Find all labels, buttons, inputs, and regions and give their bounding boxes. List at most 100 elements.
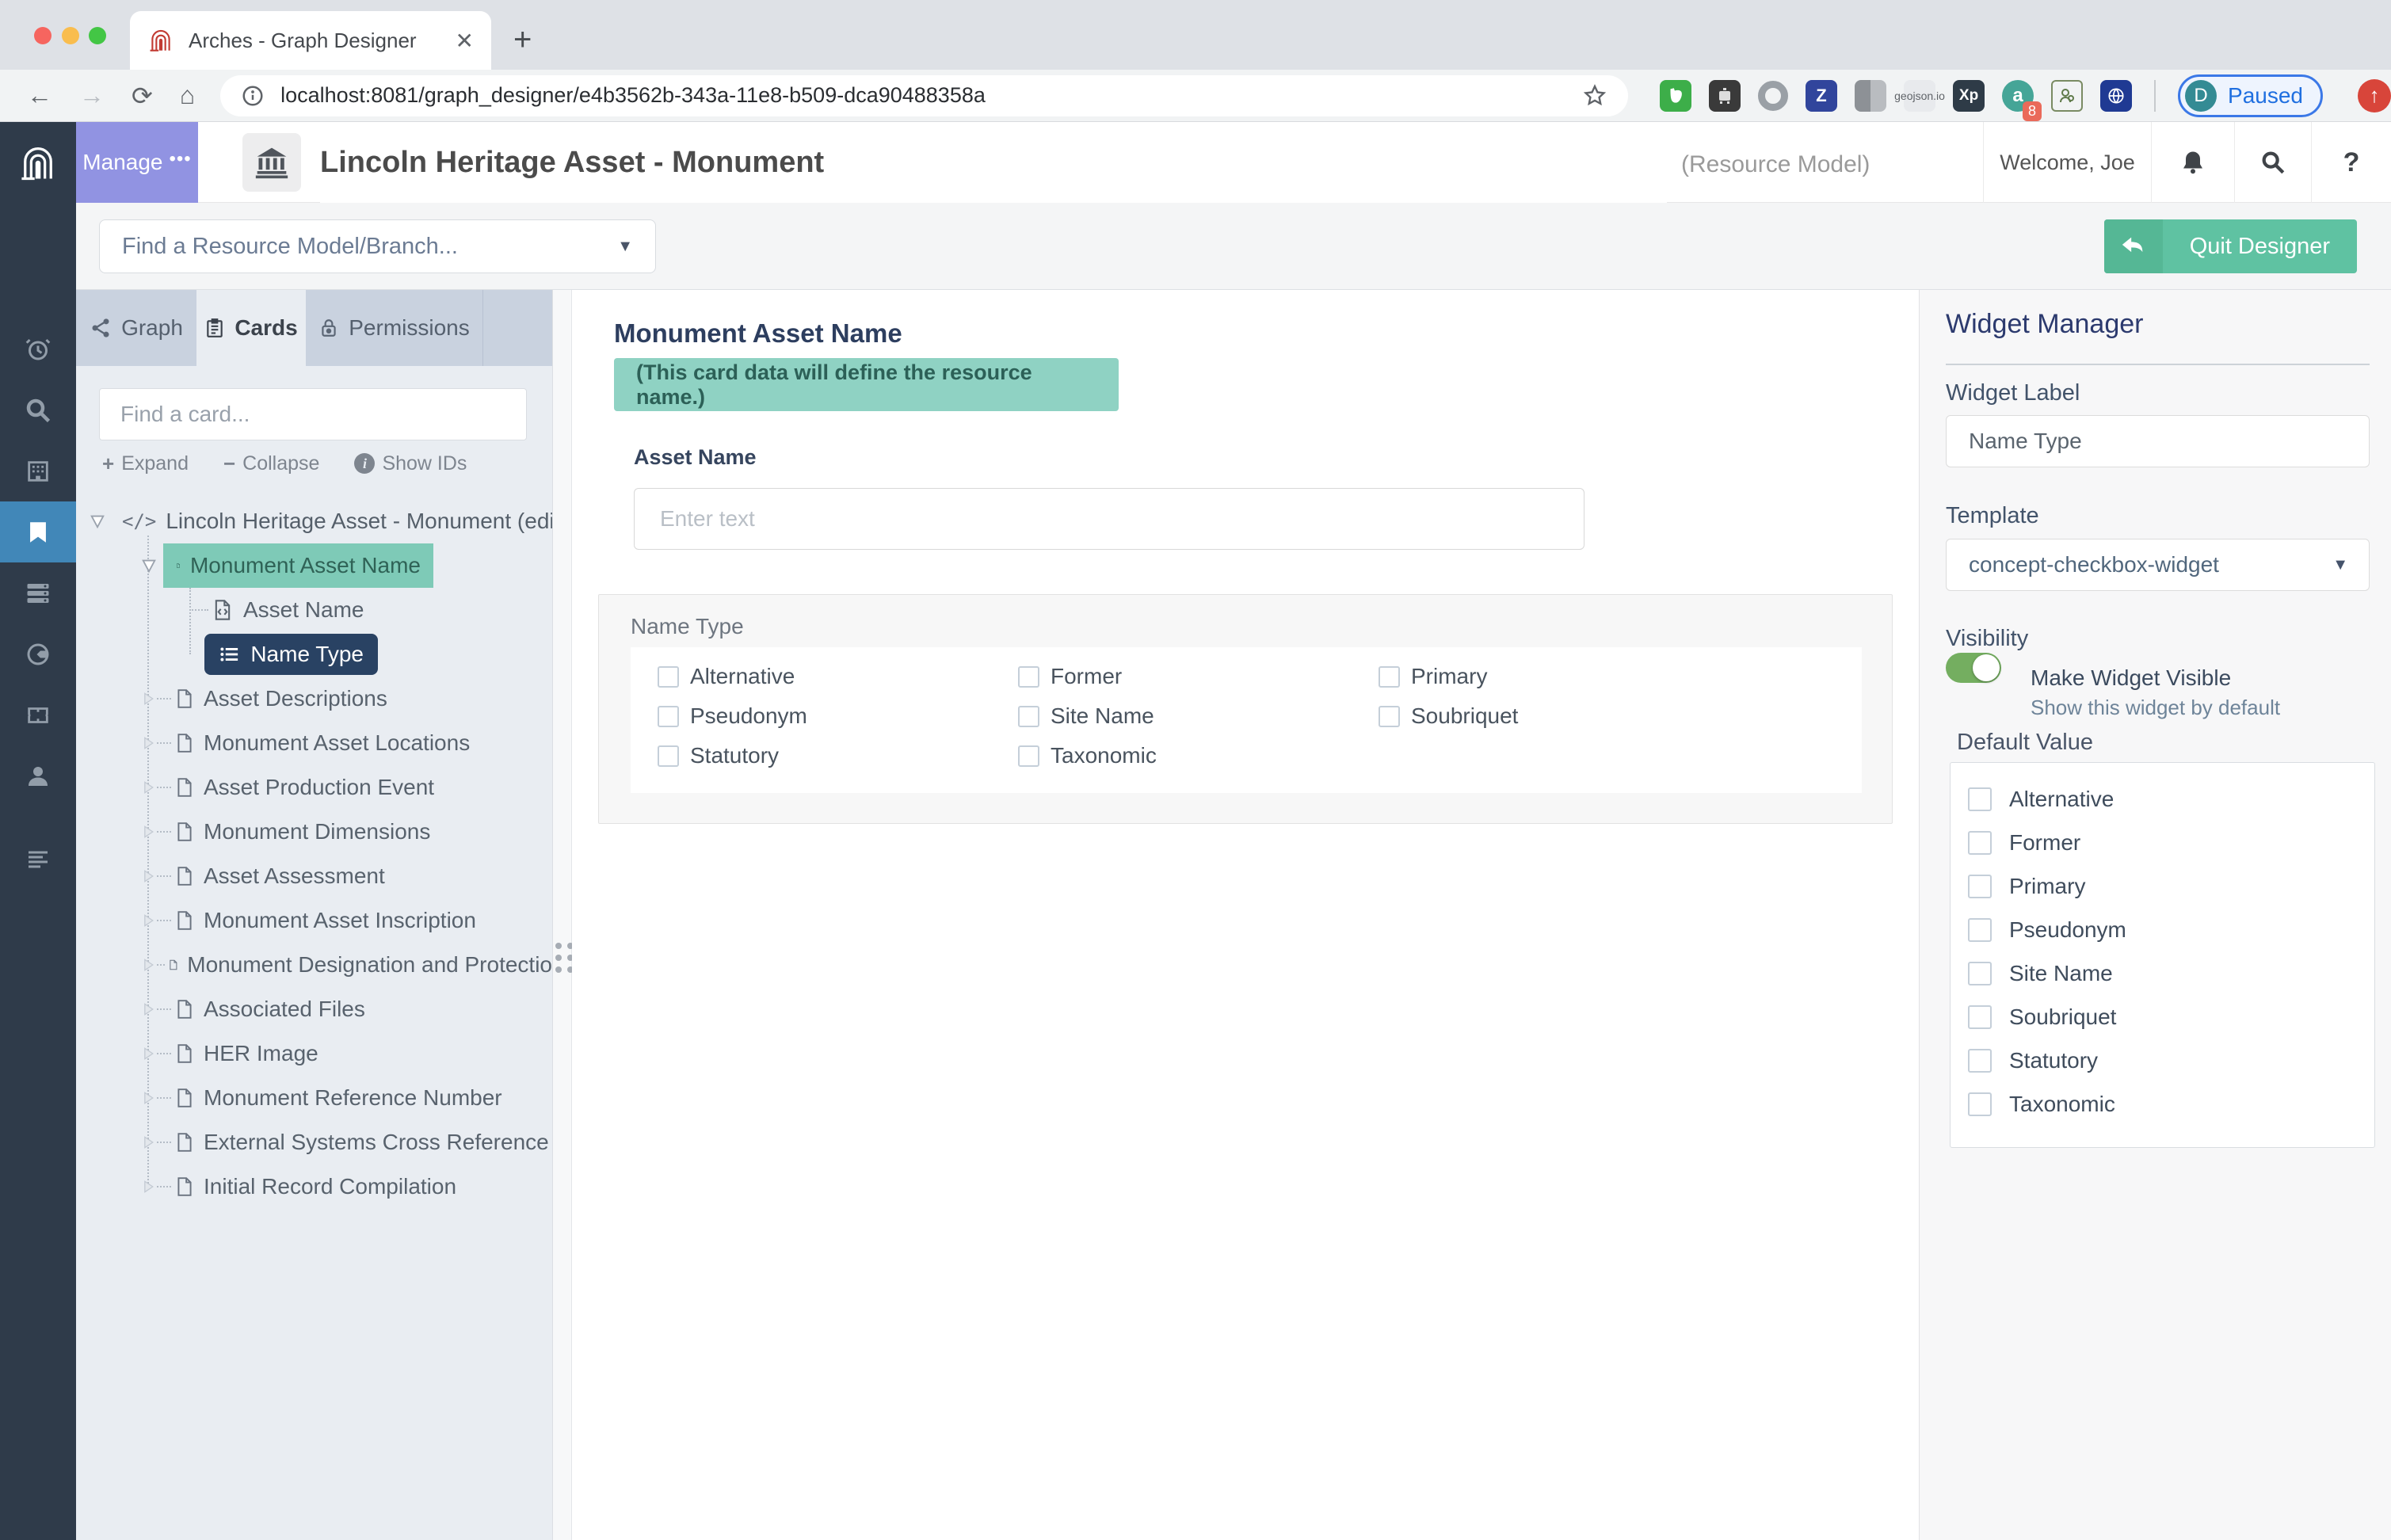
checkbox-unchecked[interactable] xyxy=(1018,745,1039,767)
help-button[interactable]: ? xyxy=(2311,122,2391,203)
sidebar-item-globe-icon[interactable] xyxy=(0,623,76,684)
tree-node[interactable]: Monument Asset Locations xyxy=(76,721,552,765)
address-bar[interactable]: localhost:8081/graph_designer/e4b3562b-3… xyxy=(220,74,1629,116)
home-icon[interactable]: ⌂ xyxy=(180,81,195,110)
grid-extension-icon[interactable] xyxy=(1855,79,1887,112)
checkbox-unchecked[interactable] xyxy=(1379,705,1400,727)
a-extension-icon[interactable]: a 8 xyxy=(2002,79,2042,121)
reload-icon[interactable]: ⟳ xyxy=(132,81,153,111)
bookmark-star-icon[interactable] xyxy=(1582,83,1607,109)
selected-card-highlight[interactable]: Monument Asset Name xyxy=(163,543,433,588)
expander-collapsed-icon[interactable] xyxy=(140,1177,156,1196)
circle-extension-icon[interactable] xyxy=(1758,80,1789,111)
checkbox-unchecked[interactable] xyxy=(1968,830,1992,855)
checkbox-unchecked[interactable] xyxy=(1968,961,1992,985)
name-type-option[interactable]: Former xyxy=(1018,657,1379,696)
sidebar-item-building-icon[interactable] xyxy=(0,440,76,501)
expander-collapsed-icon[interactable] xyxy=(140,1000,156,1019)
back-icon[interactable]: ← xyxy=(27,81,52,110)
quit-designer-button[interactable]: Quit Designer xyxy=(2103,219,2357,273)
default-value-option[interactable]: Statutory xyxy=(1968,1039,2374,1082)
browser-tab[interactable]: Arches - Graph Designer ✕ xyxy=(130,11,491,70)
sidebar-item-ticket-icon[interactable] xyxy=(0,684,76,745)
browser-profile-button[interactable]: D Paused xyxy=(2178,74,2323,117)
name-type-option[interactable]: Site Name xyxy=(1018,696,1379,736)
macos-minimize-button[interactable] xyxy=(62,27,79,44)
asset-name-input[interactable] xyxy=(634,488,1584,550)
tab-graph[interactable]: Graph xyxy=(76,290,196,366)
resize-handle[interactable] xyxy=(555,943,574,973)
expander-collapsed-icon[interactable] xyxy=(140,955,156,974)
name-type-option[interactable]: Pseudonym xyxy=(658,696,1018,736)
expander-collapsed-icon[interactable] xyxy=(140,734,156,753)
expander-collapsed-icon[interactable] xyxy=(140,1088,156,1107)
tree-node-root[interactable]: </> Lincoln Heritage Asset - Monument (e… xyxy=(76,499,552,543)
name-type-option[interactable]: Primary xyxy=(1379,657,1739,696)
find-model-dropdown[interactable]: Find a Resource Model/Branch... ▼ xyxy=(99,219,656,273)
evernote-extension-icon[interactable] xyxy=(1660,79,1692,112)
expander-collapsed-icon[interactable] xyxy=(140,911,156,930)
globe-extension-icon[interactable] xyxy=(2100,79,2133,112)
search-button[interactable] xyxy=(2234,122,2311,203)
zotero-extension-icon[interactable]: Z xyxy=(1806,79,1838,112)
default-value-option[interactable]: Site Name xyxy=(1968,951,2374,995)
default-value-option[interactable]: Pseudonym xyxy=(1968,908,2374,951)
tab-cards[interactable]: Cards xyxy=(196,290,306,366)
forward-icon[interactable]: → xyxy=(79,81,105,110)
expander-open-icon[interactable] xyxy=(89,513,106,530)
name-type-option[interactable]: Statutory xyxy=(658,736,1018,776)
tab-permissions[interactable]: Permissions xyxy=(306,290,483,366)
default-value-option[interactable]: Former xyxy=(1968,821,2374,864)
default-value-option[interactable]: Taxonomic xyxy=(1968,1082,2374,1126)
checkbox-unchecked[interactable] xyxy=(658,665,679,688)
tree-node[interactable]: Monument Designation and Protectio xyxy=(76,943,552,987)
widget-label-input[interactable] xyxy=(1946,415,2370,467)
checkbox-unchecked[interactable] xyxy=(1968,1004,1992,1029)
tree-node[interactable]: Monument Reference Number xyxy=(76,1076,552,1120)
visibility-toggle-on[interactable] xyxy=(1946,653,2001,683)
macos-close-button[interactable] xyxy=(34,27,51,44)
checkbox-unchecked[interactable] xyxy=(1968,787,1992,811)
default-value-option[interactable]: Alternative xyxy=(1968,777,2374,821)
show-ids-button[interactable]: i Show IDs xyxy=(354,452,467,475)
checkbox-unchecked[interactable] xyxy=(1968,917,1992,942)
expander-collapsed-icon[interactable] xyxy=(140,822,156,841)
tree-node[interactable]: Initial Record Compilation xyxy=(76,1165,552,1209)
name-type-option[interactable]: Taxonomic xyxy=(1018,736,1379,776)
checkbox-unchecked[interactable] xyxy=(658,705,679,727)
tree-node[interactable]: Asset Production Event xyxy=(76,765,552,810)
tree-node-asset-name[interactable]: Asset Name xyxy=(76,588,552,632)
expander-collapsed-icon[interactable] xyxy=(140,778,156,797)
checkbox-unchecked[interactable] xyxy=(1968,1048,1992,1073)
geojson-extension-icon[interactable]: geojson.io xyxy=(1894,79,1945,112)
name-type-option[interactable]: Alternative xyxy=(658,657,1018,696)
notifications-button[interactable] xyxy=(2151,122,2234,203)
robot-extension-icon[interactable] xyxy=(1709,79,1741,112)
find-card-input[interactable] xyxy=(99,388,527,440)
tree-node-selected-widget[interactable]: Name Type xyxy=(76,632,552,677)
person-search-extension-icon[interactable] xyxy=(2051,79,2084,112)
manage-button[interactable]: Manage ••• xyxy=(76,122,198,203)
checkbox-unchecked[interactable] xyxy=(1018,705,1039,727)
panel-resize-gutter[interactable] xyxy=(552,290,574,1540)
sidebar-item-menu-icon[interactable] xyxy=(0,829,76,890)
checkbox-unchecked[interactable] xyxy=(1968,874,1992,898)
checkbox-unchecked[interactable] xyxy=(658,745,679,767)
expander-collapsed-icon[interactable] xyxy=(140,1133,156,1152)
tree-node[interactable]: Monument Dimensions xyxy=(76,810,552,854)
expander-collapsed-icon[interactable] xyxy=(140,867,156,886)
tree-node[interactable]: External Systems Cross Reference xyxy=(76,1120,552,1165)
welcome-user[interactable]: Welcome, Joe xyxy=(1983,122,2151,203)
sidebar-item-servers-icon[interactable] xyxy=(0,562,76,623)
tree-node[interactable]: Asset Descriptions xyxy=(76,677,552,721)
sidebar-item-recent-icon[interactable] xyxy=(0,318,76,379)
sidebar-item-bookmark-icon[interactable] xyxy=(0,501,76,562)
tab-close-icon[interactable]: ✕ xyxy=(456,28,474,54)
tree-node-selected-card[interactable]: Monument Asset Name xyxy=(76,543,552,588)
template-select[interactable]: concept-checkbox-widget ▼ xyxy=(1946,539,2370,591)
collapse-all-button[interactable]: − Collapse xyxy=(223,452,319,476)
tree-node[interactable]: HER Image xyxy=(76,1031,552,1076)
expander-open-icon[interactable] xyxy=(140,557,158,574)
sidebar-item-search-icon[interactable] xyxy=(0,379,76,440)
macos-zoom-button[interactable] xyxy=(89,27,106,44)
